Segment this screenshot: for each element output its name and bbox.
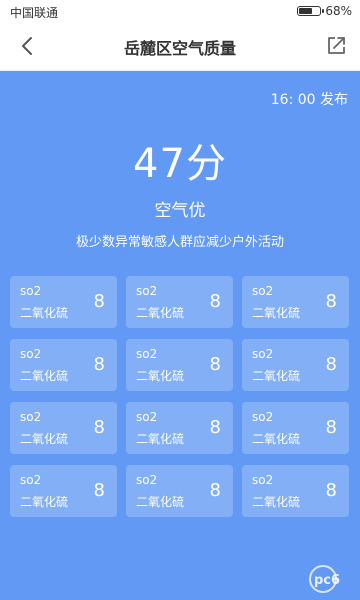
pollutant-code: so2 — [20, 410, 42, 424]
chevron-left-icon[interactable] — [16, 34, 40, 58]
pollutant-card[interactable]: so2 二氧化硫 8 — [126, 339, 233, 391]
pollutant-name: 二氧化硫 — [136, 306, 185, 320]
pollutant-code: so2 — [136, 347, 158, 361]
pollutant-value: 8 — [209, 354, 221, 375]
pollutant-card[interactable]: so2 二氧化硫 8 — [126, 276, 233, 328]
pc6-logo-icon: pc6 — [308, 564, 354, 594]
pollutant-code: so2 — [20, 347, 42, 361]
page-title: 岳麓区空气质量 — [123, 39, 236, 58]
status-bar: 中国联通 68% — [0, 0, 360, 22]
pollutant-name: 二氧化硫 — [20, 432, 69, 446]
pollutant-name: 二氧化硫 — [20, 369, 69, 383]
carrier-label: 中国联通 — [10, 6, 59, 20]
pollutant-card[interactable]: so2 二氧化硫 8 — [126, 465, 233, 517]
pollutant-name: 二氧化硫 — [252, 306, 301, 320]
pollutant-card[interactable]: so2 二氧化硫 8 — [242, 402, 349, 454]
pollutant-card[interactable]: so2 二氧化硫 8 — [10, 339, 117, 391]
pollutant-name: 二氧化硫 — [136, 369, 185, 383]
pollutant-name: 二氧化硫 — [252, 369, 301, 383]
pollutant-card[interactable]: so2 二氧化硫 8 — [126, 402, 233, 454]
pollutant-value: 8 — [325, 291, 337, 312]
pollutant-value: 8 — [93, 417, 105, 438]
pollutant-code: so2 — [136, 410, 158, 424]
pollutant-name: 二氧化硫 — [252, 495, 301, 509]
pollutant-value: 8 — [93, 291, 105, 312]
pollutant-card[interactable]: so2 二氧化硫 8 — [10, 402, 117, 454]
pollutant-grid: so2 二氧化硫 8 so2 二氧化硫 8 so2 二氧化硫 8 so2 二氧化硫 8 so2 二氧化硫 8… — [10, 276, 350, 517]
pollutant-value: 8 — [325, 354, 337, 375]
battery-status: 68% — [297, 4, 352, 18]
pollutant-name: 二氧化硫 — [252, 432, 301, 446]
pollutant-code: so2 — [252, 473, 274, 487]
pollutant-value: 8 — [93, 354, 105, 375]
pollutant-code: so2 — [20, 473, 42, 487]
share-icon[interactable] — [324, 34, 348, 58]
pollutant-name: 二氧化硫 — [20, 495, 69, 509]
pollutant-code: so2 — [136, 473, 158, 487]
air-quality-level: 空气优 — [154, 201, 206, 221]
air-quality-panel: 16: 00 发布 47分 空气优 极少数异常敏感人群应减少户外活动 so2 二氧… — [0, 71, 360, 600]
pollutant-value: 8 — [325, 417, 337, 438]
pollutant-card[interactable]: so2 二氧化硫 8 — [242, 339, 349, 391]
pollutant-card[interactable]: so2 二氧化硫 8 — [242, 465, 349, 517]
pollutant-value: 8 — [209, 291, 221, 312]
pollutant-name: 二氧化硫 — [20, 306, 69, 320]
pollutant-code: so2 — [20, 284, 42, 298]
pollutant-code: so2 — [136, 284, 158, 298]
pollutant-card[interactable]: so2 二氧化硫 8 — [242, 276, 349, 328]
battery-percent: 68% — [325, 4, 352, 18]
pollutant-name: 二氧化硫 — [136, 432, 185, 446]
svg-text:pc6: pc6 — [314, 573, 340, 588]
pollutant-value: 8 — [209, 417, 221, 438]
pollutant-card[interactable]: so2 二氧化硫 8 — [10, 276, 117, 328]
pollutant-value: 8 — [209, 480, 221, 501]
pollutant-code: so2 — [252, 347, 274, 361]
pollutant-code: so2 — [252, 410, 274, 424]
aqi-score: 47分 — [133, 141, 227, 187]
battery-icon — [297, 6, 325, 16]
pollutant-name: 二氧化硫 — [136, 495, 185, 509]
pollutant-code: so2 — [252, 284, 274, 298]
nav-bar: 岳麓区空气质量 — [0, 22, 360, 71]
pollutant-value: 8 — [93, 480, 105, 501]
health-advice: 极少数异常敏感人群应减少户外活动 — [75, 235, 284, 250]
pollutant-card[interactable]: so2 二氧化硫 8 — [10, 465, 117, 517]
publish-time: 16: 00 发布 — [270, 92, 348, 108]
pollutant-value: 8 — [325, 480, 337, 501]
